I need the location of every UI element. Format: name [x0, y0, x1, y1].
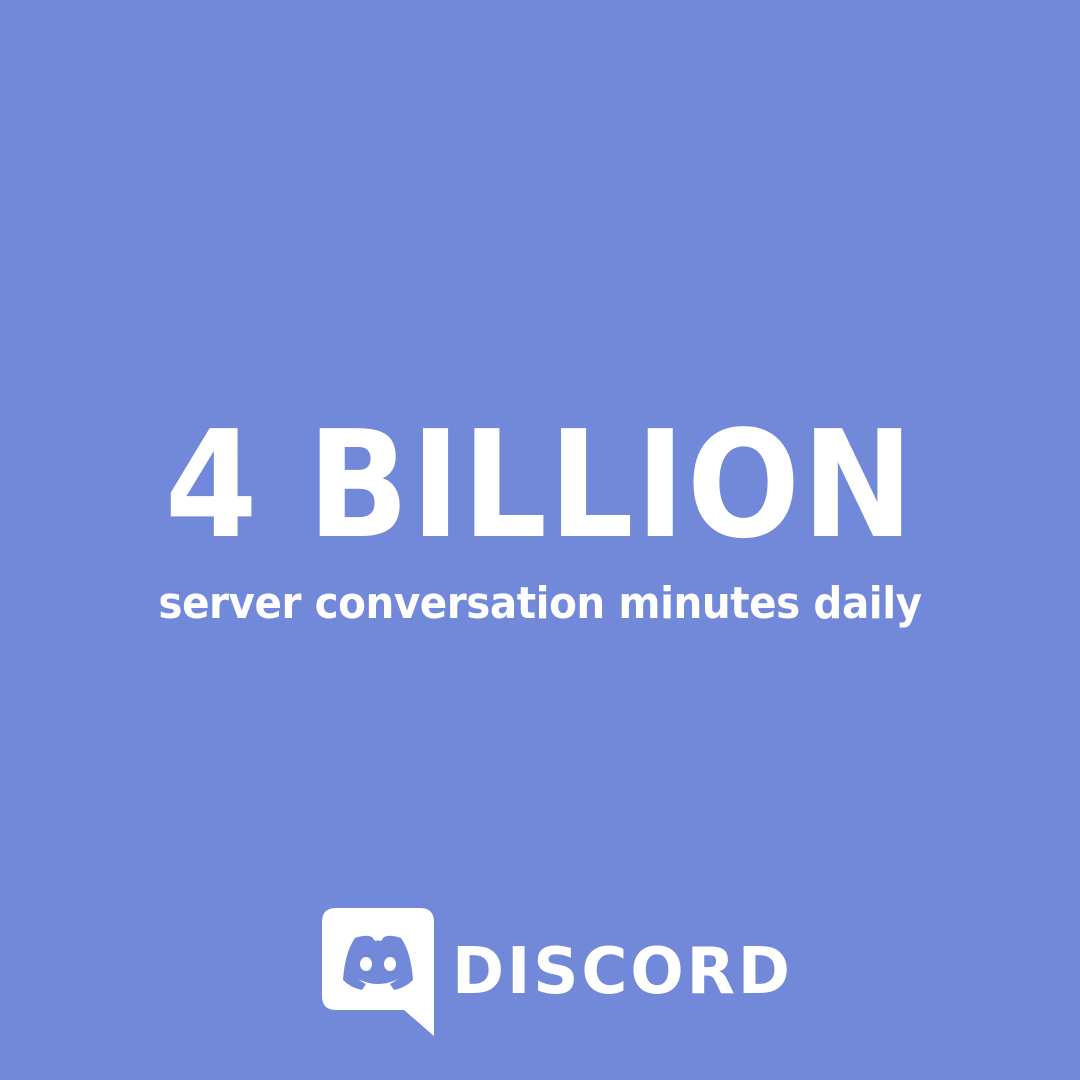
- discord-logo-icon: [322, 908, 434, 1036]
- stat-number: 4 BILLION: [164, 399, 916, 571]
- discord-wordmark: DISCORD: [452, 935, 793, 1009]
- discord-logo: DISCORD: [322, 908, 800, 1036]
- stat-block: 4 BILLION server conversation minutes da…: [0, 400, 1080, 630]
- stat-caption: server conversation minutes daily: [158, 578, 922, 629]
